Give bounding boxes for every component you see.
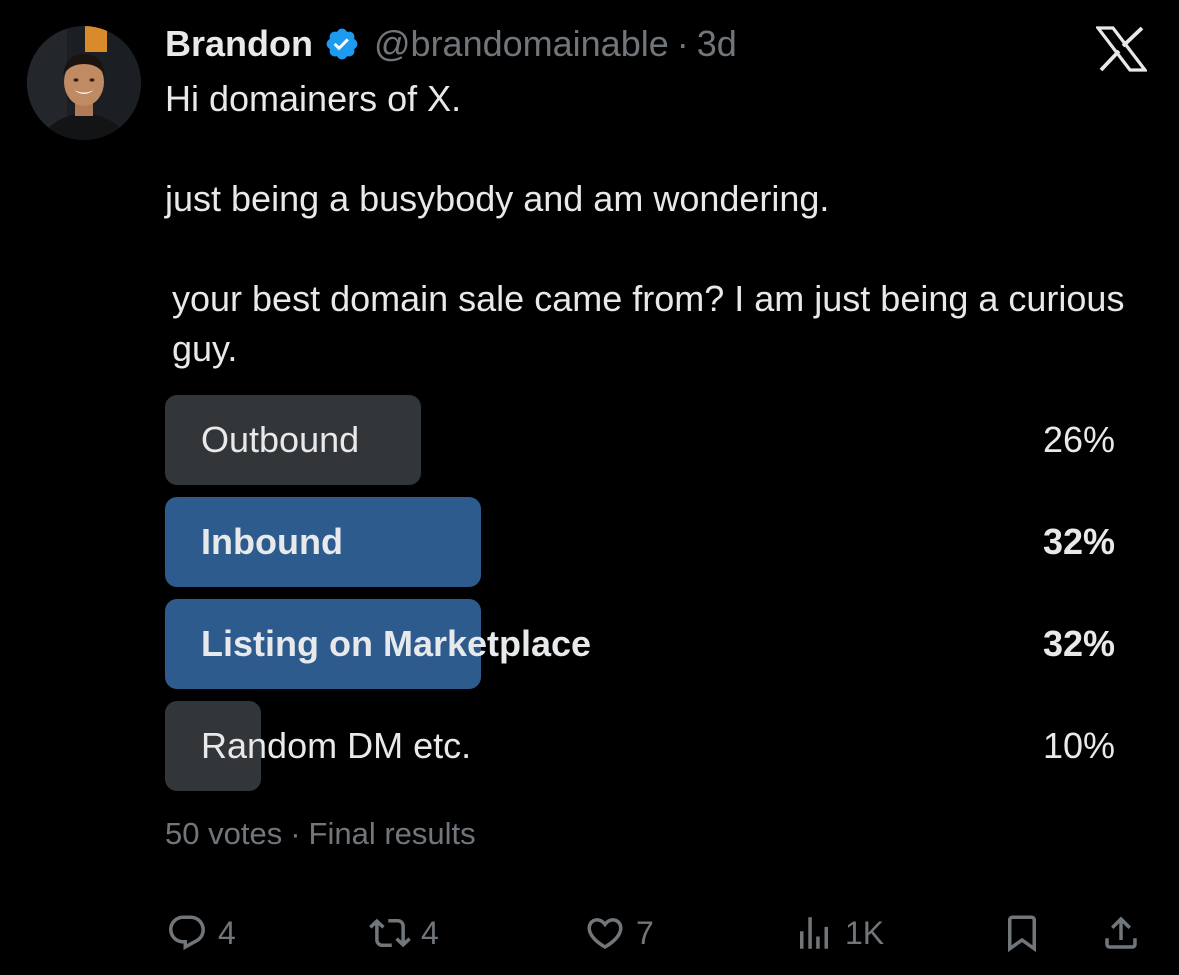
poll-option-label: Outbound [201, 419, 360, 460]
repost-count: 4 [421, 914, 439, 951]
poll-option-percent: 26% [1042, 419, 1115, 460]
share-icon [1100, 912, 1142, 954]
poll-option: Inbound 32% [165, 497, 1115, 587]
poll-option-percent: 32% [1042, 521, 1115, 562]
bookmark-button[interactable] [1001, 910, 1043, 956]
views-button[interactable]: 1K [793, 910, 884, 956]
poll-option-label: Listing on Marketplace [201, 623, 592, 664]
author-handle[interactable]: @brandomainable [374, 20, 669, 68]
like-button[interactable]: 7 [584, 910, 654, 956]
views-count: 1K [845, 914, 885, 951]
poll-option: Random DM etc. 10% [165, 701, 1115, 791]
verified-badge-icon[interactable] [324, 26, 360, 62]
poll: Outbound 26% Inbound 32% Listing on Mark… [165, 395, 1115, 803]
poll-option-percent: 10% [1042, 725, 1115, 766]
poll-status: Final results [308, 816, 476, 851]
poll-vote-count: 50 votes [165, 816, 283, 851]
poll-option-label: Inbound [201, 521, 343, 562]
post-body: Hi domainers of X. just being a busybody… [165, 74, 1125, 374]
author-name[interactable]: Brandon [165, 20, 313, 68]
x-logo-icon [1096, 26, 1147, 72]
post-text-line: Hi domainers of X. [165, 78, 462, 119]
poll-footer-separator: · [290, 816, 301, 851]
repost-icon [369, 912, 411, 954]
share-button[interactable] [1100, 910, 1142, 956]
avatar[interactable] [27, 26, 141, 140]
repost-button[interactable]: 4 [369, 910, 439, 956]
poll-option: Outbound 26% [165, 395, 1115, 485]
bookmark-icon [1001, 912, 1043, 954]
reply-count: 4 [218, 914, 236, 951]
reply-button[interactable]: 4 [166, 910, 236, 956]
header-separator: · [676, 23, 689, 64]
post-text-line: your best domain sale came from? I am ju… [172, 278, 1135, 369]
post-text-line: just being a busybody and am wondering. [165, 178, 830, 219]
poll-option-percent: 32% [1042, 623, 1115, 664]
post-timestamp[interactable]: 3d [697, 20, 737, 68]
poll-footer: 50 votes · Final results [165, 814, 476, 854]
reply-icon [166, 912, 208, 954]
views-icon [793, 912, 835, 954]
poll-option-label: Random DM etc. [201, 725, 472, 766]
poll-option: Listing on Marketplace 32% [165, 599, 1115, 689]
heart-icon [584, 912, 626, 954]
like-count: 7 [636, 914, 654, 951]
post-header: Brandon @brandomainable · 3d [165, 20, 737, 68]
